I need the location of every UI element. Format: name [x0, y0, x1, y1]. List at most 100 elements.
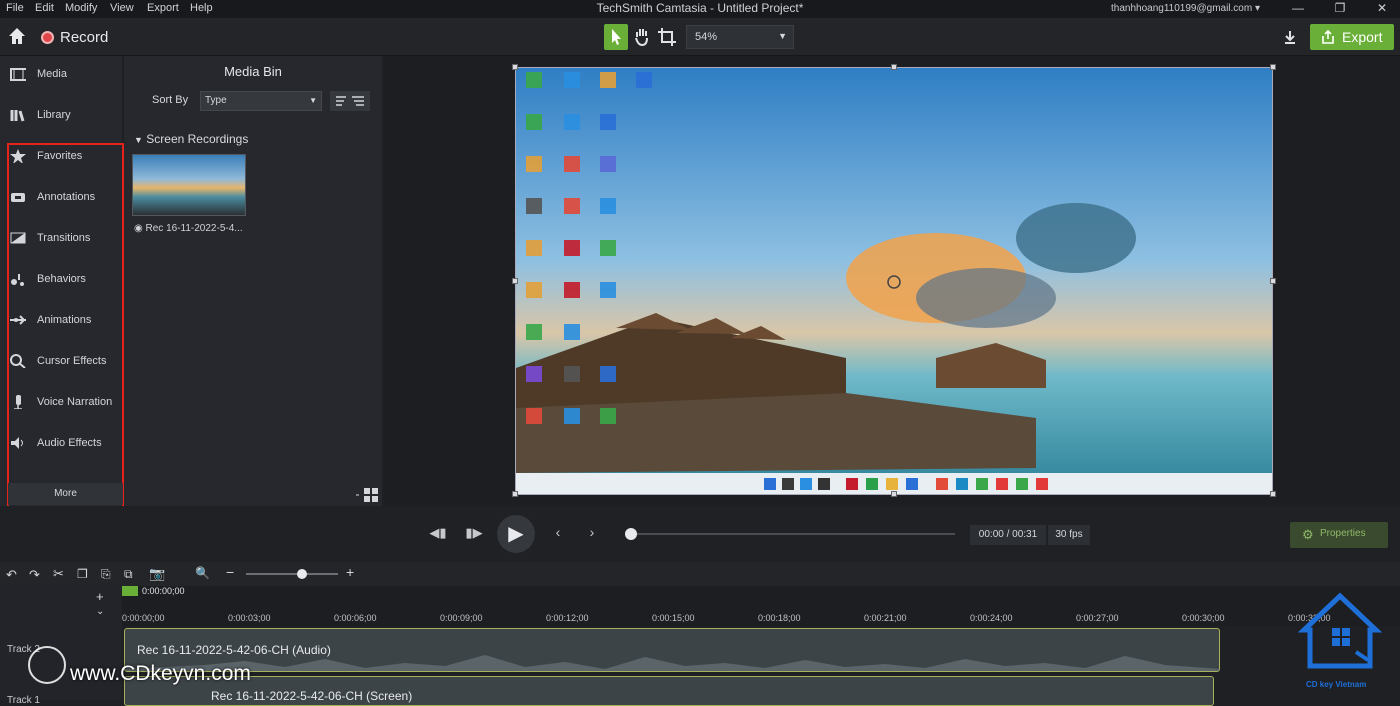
timeline-toolbar: ↶ ↷ ✂ ❐ ⎘ ⧉ 📷 🔍 − +: [0, 562, 1400, 586]
fps-display: 30 fps: [1048, 525, 1090, 545]
sidebar-item-label: Behaviors: [37, 273, 86, 285]
restore-icon[interactable]: ❐: [1330, 1, 1350, 17]
paste-icon[interactable]: ⎘: [101, 567, 111, 582]
behavior-icon: [11, 274, 24, 286]
pan-tool-button[interactable]: [630, 24, 654, 50]
sidebar-item-audio-effects[interactable]: Audio Effects: [0, 425, 122, 461]
sidebar-item-animations[interactable]: Animations: [0, 302, 122, 338]
resize-handle[interactable]: [1270, 491, 1276, 497]
sidebar-item-voice-narration[interactable]: Voice Narration: [0, 384, 122, 420]
menu-view[interactable]: View: [110, 2, 134, 14]
play-button[interactable]: ▶: [497, 515, 535, 553]
sidebar-item-label: Favorites: [37, 150, 83, 162]
sidebar-item-favorites[interactable]: Favorites: [0, 138, 122, 174]
crop-tool-button[interactable]: [655, 24, 679, 50]
film-icon: [10, 68, 26, 81]
annotation-icon: [11, 193, 25, 202]
resize-handle[interactable]: [512, 491, 518, 497]
more-button[interactable]: More: [8, 483, 123, 505]
previous-icon[interactable]: ‹: [549, 524, 567, 540]
minimize-icon[interactable]: —: [1288, 1, 1308, 17]
zoom-slider-knob[interactable]: [297, 569, 307, 579]
resize-handle[interactable]: [1270, 64, 1276, 70]
add-track-icon[interactable]: +: [96, 589, 104, 604]
logo-caption: CD key Vietnam: [1306, 680, 1367, 689]
zoom-out-icon[interactable]: −: [226, 564, 234, 580]
tick-label: 0:00:15;00: [652, 613, 695, 623]
menu-export[interactable]: Export: [147, 2, 179, 14]
tick-label: 0:00:09;00: [440, 613, 483, 623]
grid-view-button[interactable]: [354, 486, 382, 504]
menu-modify[interactable]: Modify: [65, 2, 97, 14]
animation-icon: [10, 315, 26, 325]
globe-icon: [28, 646, 66, 684]
zoom-dropdown[interactable]: 54% ▼: [686, 25, 794, 49]
zoom-in-icon[interactable]: +: [346, 564, 354, 580]
menu-file[interactable]: File: [6, 2, 24, 14]
step-forward-icon[interactable]: ▮▶: [464, 525, 484, 541]
timeline-ruler[interactable]: 0:00:00;00 0:00:03;00 0:00:06;00 0:00:09…: [122, 586, 1400, 626]
playhead-marker[interactable]: [122, 586, 138, 596]
scrub-knob[interactable]: [625, 528, 637, 540]
zoom-icon[interactable]: 🔍: [195, 566, 210, 580]
sidebar-item-cursor-effects[interactable]: Cursor Effects: [0, 343, 122, 379]
step-back-icon[interactable]: ◀▮: [428, 525, 448, 541]
camera-icon[interactable]: 📷: [149, 566, 165, 582]
sort-type-dropdown[interactable]: Type ▼: [200, 91, 322, 111]
cut-icon[interactable]: ✂: [53, 566, 64, 582]
view-options-button[interactable]: [330, 91, 370, 111]
export-button[interactable]: Export: [1310, 24, 1394, 50]
close-icon[interactable]: ✕: [1372, 1, 1392, 17]
record-icon[interactable]: [41, 31, 54, 44]
sidebar-item-media[interactable]: Media: [0, 56, 122, 92]
sidebar-item-library[interactable]: Library: [0, 97, 122, 133]
playback-bar: ◀▮ ▮▶ ▶ ‹ › 00:00 / 00:31 30 fps ⚙ Prope…: [0, 506, 1400, 562]
grid-icon: [356, 488, 378, 502]
tick-label: 0:00:00;00: [122, 613, 165, 623]
watermark-url: www.CDkeyvn.com: [70, 662, 251, 685]
sidebar-item-label: Transitions: [37, 232, 91, 244]
sidebar-item-behaviors[interactable]: Behaviors: [0, 261, 122, 297]
tick-label: 0:00:24;00: [970, 613, 1013, 623]
next-icon[interactable]: ›: [583, 524, 601, 540]
speaker-icon: [11, 437, 23, 449]
sidebar-item-label: Annotations: [37, 191, 96, 203]
audio-clip[interactable]: Rec 16-11-2022-5-42-06-CH (Audio): [124, 628, 1220, 672]
download-button[interactable]: [1280, 24, 1300, 50]
clip-name: Rec 16-11-2022-5-4...: [145, 223, 243, 234]
tools-sidebar: Media Library Favorites Annotations Tran…: [0, 56, 122, 506]
sidebar-item-transitions[interactable]: Transitions: [0, 220, 122, 256]
select-tool-button[interactable]: [604, 24, 628, 50]
resize-handle[interactable]: [512, 64, 518, 70]
panel-title: Media Bin: [224, 64, 282, 79]
menu-edit[interactable]: Edit: [35, 2, 54, 14]
microphone-icon: [14, 395, 22, 409]
home-icon[interactable]: [7, 27, 27, 45]
resize-handle[interactable]: [891, 491, 897, 497]
copy-icon[interactable]: ❐: [77, 567, 88, 581]
tick-label: 0:00:06;00: [334, 613, 377, 623]
track-1-label: Track 1: [7, 695, 40, 706]
chevron-down-icon[interactable]: ⌄: [96, 606, 104, 617]
media-thumbnail[interactable]: [132, 154, 246, 216]
properties-button[interactable]: ⚙ Properties: [1290, 522, 1388, 548]
screen-clip[interactable]: Rec 16-11-2022-5-42-06-CH (Screen): [124, 676, 1214, 706]
zoom-slider[interactable]: [246, 573, 338, 575]
undo-icon[interactable]: ↶: [6, 567, 17, 583]
menu-bar: File Edit Modify View Export Help TechSm…: [0, 0, 1400, 18]
resize-handle[interactable]: [891, 64, 897, 70]
account-menu[interactable]: thanhhoang110199@gmail.com ▾: [1111, 3, 1260, 14]
resize-handle[interactable]: [1270, 278, 1276, 284]
redo-icon[interactable]: ↷: [29, 567, 40, 583]
split-icon[interactable]: ⧉: [124, 567, 133, 582]
menu-help[interactable]: Help: [190, 2, 213, 14]
section-header[interactable]: ▼ Screen Recordings: [134, 132, 248, 146]
list-view-icon: [336, 96, 364, 106]
scrub-track[interactable]: [625, 533, 955, 535]
record-button[interactable]: Record: [60, 29, 108, 46]
crop-icon: [658, 28, 676, 46]
sidebar-item-annotations[interactable]: Annotations: [0, 179, 122, 215]
video-preview[interactable]: [515, 67, 1273, 495]
resize-handle[interactable]: [512, 278, 518, 284]
screen-clip-label: Rec 16-11-2022-5-42-06-CH (Screen): [211, 689, 413, 703]
